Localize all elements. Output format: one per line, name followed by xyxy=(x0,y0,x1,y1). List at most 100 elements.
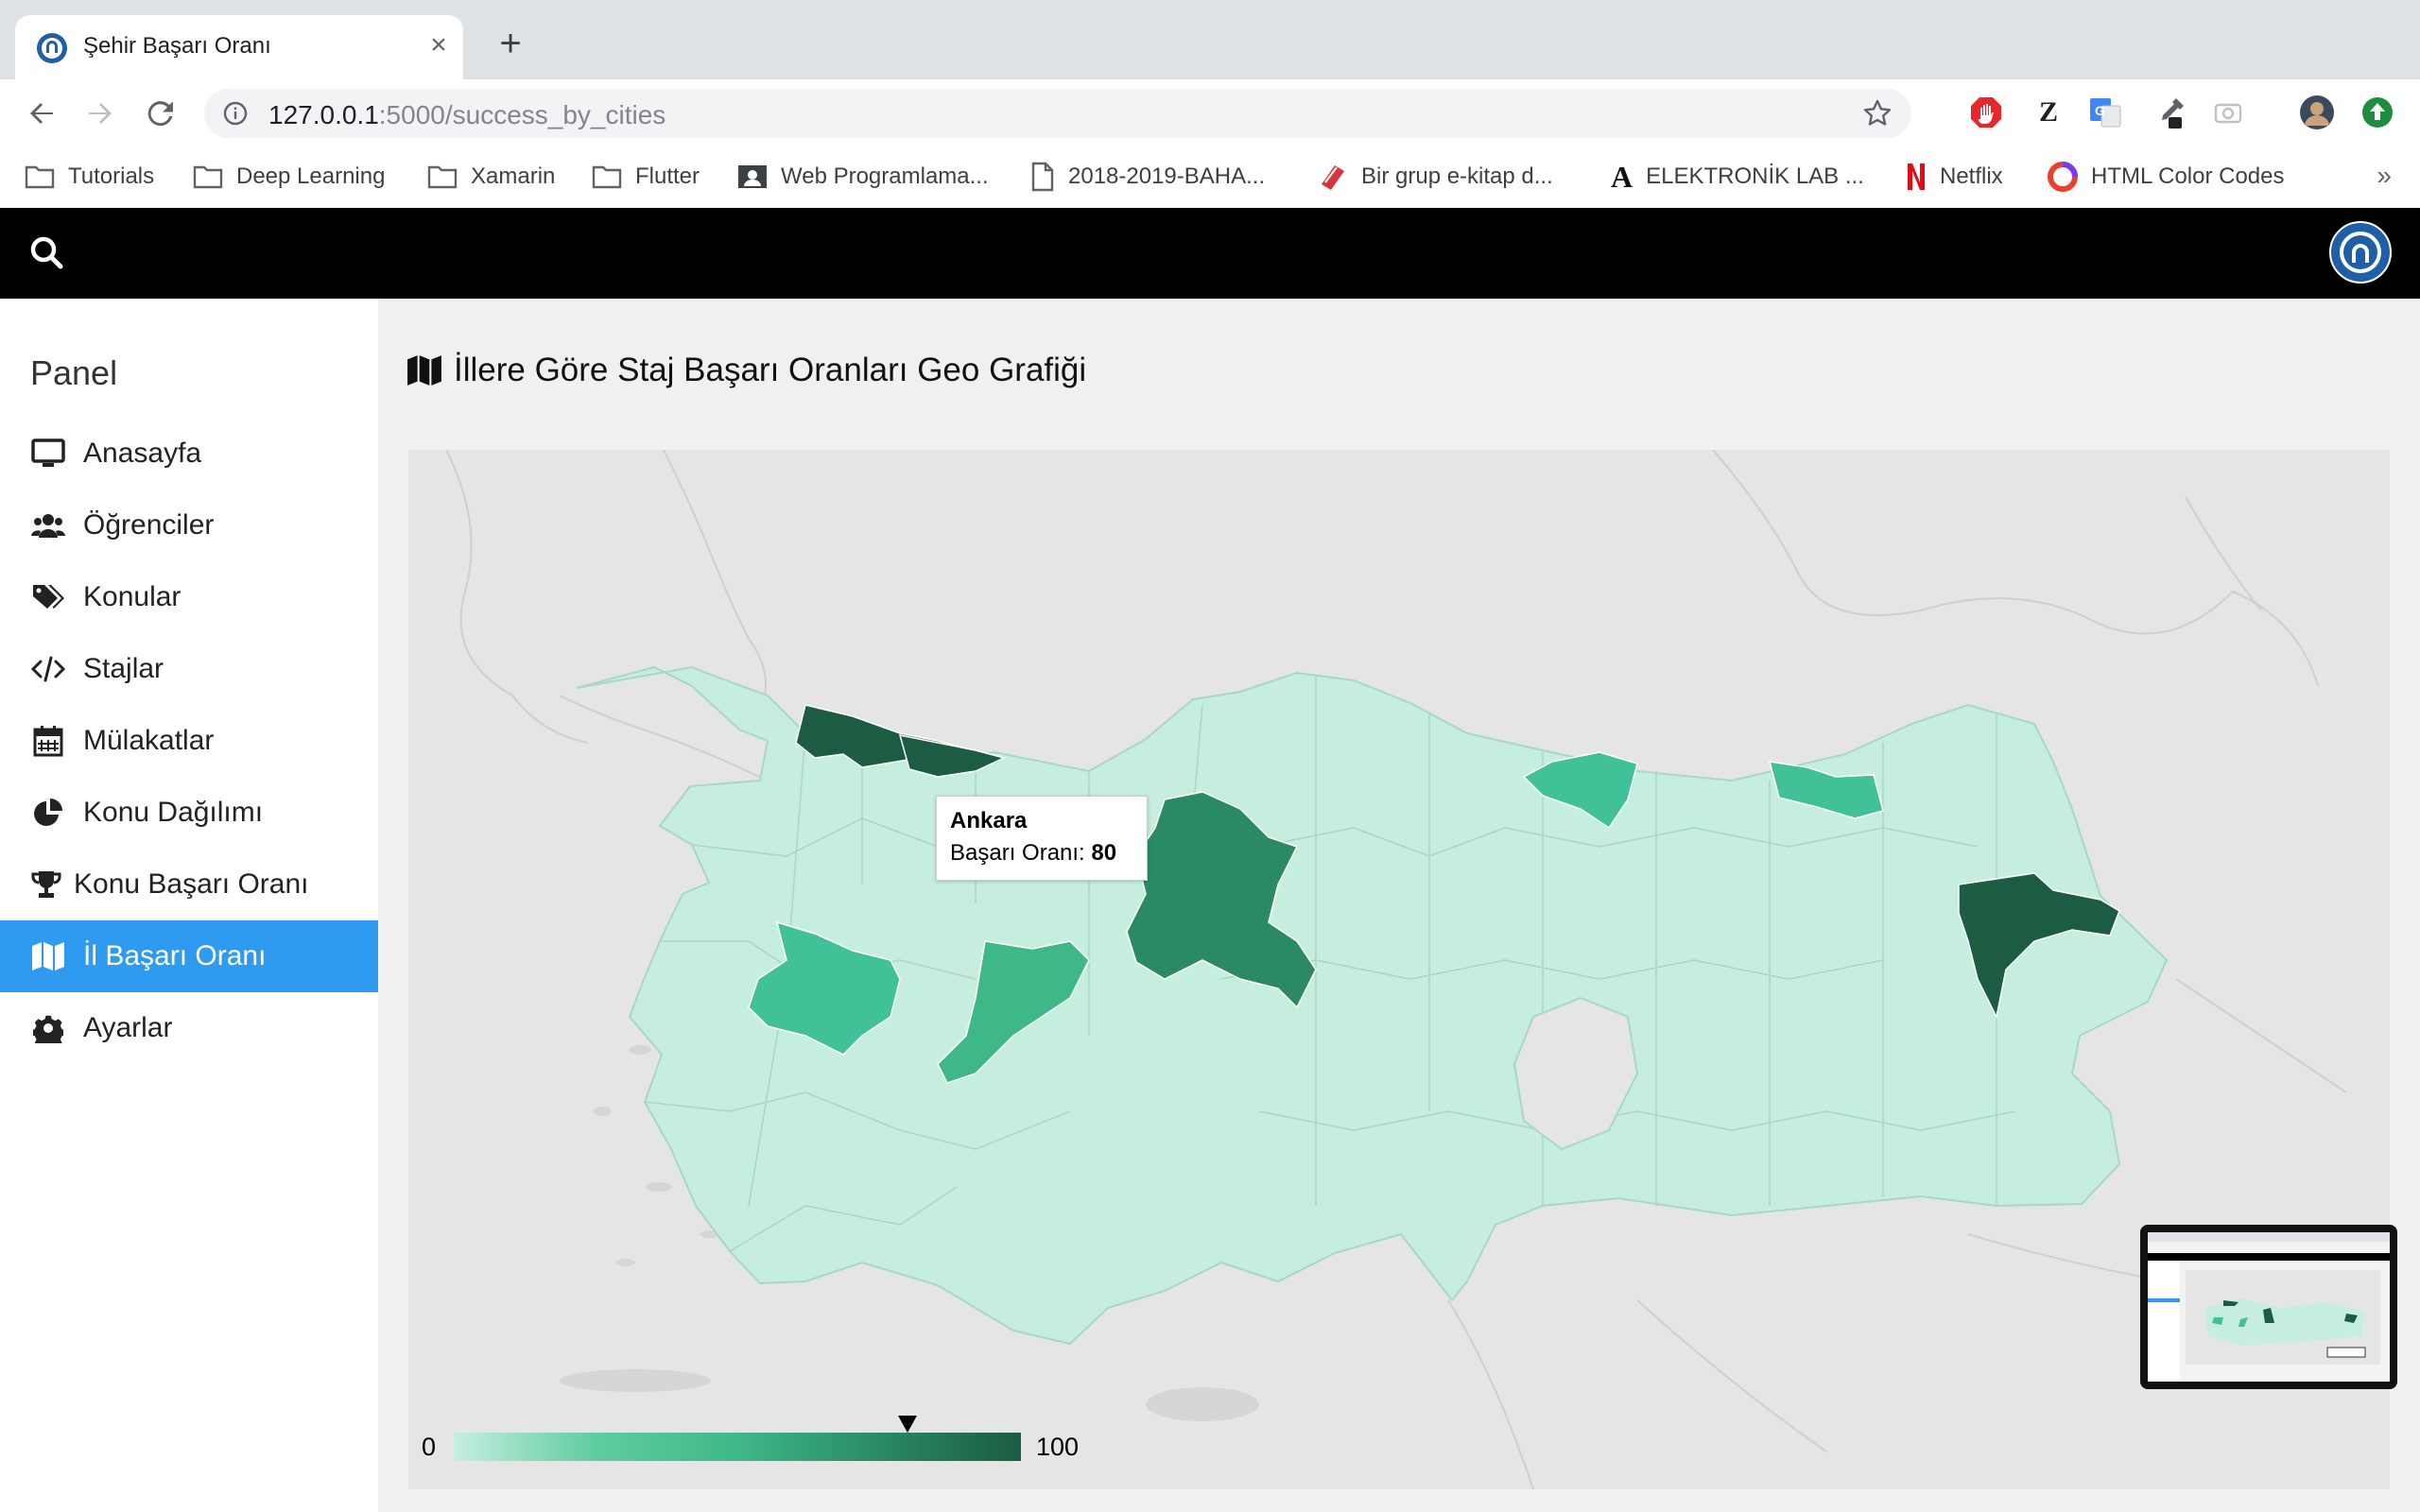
sidebar-item-label: Öğrenciler xyxy=(83,509,215,541)
sidebar-title: Panel xyxy=(30,353,118,392)
tooltip-city: Ankara xyxy=(950,808,1028,833)
bookmark-label: 2018-2019-BAHA... xyxy=(1068,163,1266,189)
folder-icon xyxy=(25,165,55,189)
sidebar-item-label: Stajlar xyxy=(83,653,164,684)
bookmark-label: Netflix xyxy=(1940,163,2003,189)
bookmark-label: Tutorials xyxy=(68,163,155,189)
bookmark-tutorials[interactable]: Tutorials xyxy=(25,160,154,194)
update-available-icon[interactable] xyxy=(2360,94,2395,130)
users-icon xyxy=(31,514,65,538)
page-title-text: İllere Göre Staj Başarı Oranları Geo Gra… xyxy=(454,352,1087,388)
turkey-map xyxy=(445,450,2347,1489)
geo-chart[interactable] xyxy=(408,450,2390,1489)
bookmark-2018-2019[interactable]: 2018-2019-BAHA... xyxy=(1030,160,1265,194)
svg-text:G: G xyxy=(2095,103,2105,118)
tooltip-line: Başarı Oranı: 80 xyxy=(950,840,1116,867)
document-icon xyxy=(1031,162,1054,192)
search-icon[interactable] xyxy=(28,234,66,272)
sidebar-item-mulakatlar[interactable]: Mülakatlar xyxy=(0,705,378,777)
forward-arrow-icon[interactable] xyxy=(81,94,119,132)
bookmarks-bar: Tutorials Deep Learning Xamarin Flutter … xyxy=(0,147,2420,209)
browser-tab[interactable]: Şehir Başarı Oranı × xyxy=(15,15,463,79)
bookmark-label: Web Programlama... xyxy=(781,163,989,189)
more-bookmarks-chevron-icon[interactable]: » xyxy=(2377,161,2392,191)
screenshot-thumbnail[interactable] xyxy=(2140,1225,2397,1389)
sidebar-item-ogrenciler[interactable]: Öğrenciler xyxy=(0,490,378,561)
main-content: İllere Göre Staj Başarı Oranları Geo Gra… xyxy=(378,299,2420,1512)
sidebar-item-il-basari-orani[interactable]: İl Başarı Oranı xyxy=(0,920,378,992)
sidebar-item-label: İl Başarı Oranı xyxy=(83,940,267,971)
bookmark-flutter[interactable]: Flutter xyxy=(592,160,700,194)
bookmark-label: Xamarin xyxy=(471,163,556,189)
address-bar[interactable]: 127.0.0.1:5000/success_by_cities xyxy=(204,89,1911,138)
color-wheel-icon xyxy=(2048,162,2078,192)
sidebar-item-konular[interactable]: Konular xyxy=(0,561,378,633)
thumbnail-preview xyxy=(2148,1232,2390,1382)
bookmark-e-kitap[interactable]: Bir grup e-kitap d... xyxy=(1318,160,1553,194)
bookmark-xamarin[interactable]: Xamarin xyxy=(427,160,555,194)
color-picker-icon[interactable] xyxy=(2152,94,2187,130)
sidebar-item-label: Konu Başarı Oranı xyxy=(74,868,309,900)
code-icon xyxy=(31,656,65,682)
map-tooltip: Ankara Başarı Oranı: 80 xyxy=(936,796,1148,881)
bookmark-label: Deep Learning xyxy=(236,163,386,189)
browser-toolbar: 127.0.0.1:5000/success_by_cities Z G xyxy=(0,79,2420,147)
bookmark-label: HTML Color Codes xyxy=(2091,163,2285,189)
legend-color-bar xyxy=(454,1433,1021,1461)
bookmark-label: ELEKTRONİK LAB ... xyxy=(1646,163,1864,189)
tab-title: Şehir Başarı Oranı xyxy=(83,33,271,59)
university-logo-icon[interactable] xyxy=(2329,221,2392,284)
trophy-icon xyxy=(31,871,61,898)
sidebar-item-konu-dagilimi[interactable]: Konu Dağılımı xyxy=(0,777,378,849)
sidebar-item-konu-basari-orani[interactable]: Konu Başarı Oranı xyxy=(0,849,378,920)
tooltip-value: 80 xyxy=(1091,840,1117,866)
calendar-icon xyxy=(33,726,63,757)
sidebar-item-ayarlar[interactable]: Ayarlar xyxy=(0,992,378,1064)
zotero-extension-icon[interactable]: Z xyxy=(2031,94,2066,130)
sidebar-item-label: Anasayfa xyxy=(83,438,202,469)
close-tab-icon[interactable]: × xyxy=(422,28,456,62)
site-info-icon[interactable] xyxy=(223,101,248,126)
bookmark-netflix[interactable]: Netflix xyxy=(1906,160,2003,194)
sidebar-item-stajlar[interactable]: Stajlar xyxy=(0,633,378,705)
classroom-icon xyxy=(738,165,767,188)
sidebar: Panel Anasayfa Öğrenciler Konular Stajla… xyxy=(0,299,378,1512)
url-path: :5000/success_by_cities xyxy=(378,100,666,129)
desktop-icon xyxy=(31,438,65,467)
url-text: 127.0.0.1:5000/success_by_cities xyxy=(268,100,666,130)
sidebar-item-label: Ayarlar xyxy=(83,1012,173,1043)
bookmark-star-icon[interactable] xyxy=(1862,98,1893,129)
folder-icon xyxy=(427,165,458,189)
app-topbar xyxy=(0,208,2420,299)
bookmark-html-color-codes[interactable]: HTML Color Codes xyxy=(2048,160,2285,194)
bookmark-web-programlama[interactable]: Web Programlama... xyxy=(737,160,989,194)
tooltip-label: Başarı Oranı: xyxy=(950,840,1092,866)
profile-avatar-icon[interactable] xyxy=(2299,94,2335,130)
back-arrow-icon[interactable] xyxy=(23,94,60,132)
browser-tab-strip: Şehir Başarı Oranı × + xyxy=(0,0,2420,79)
bookmark-label: Flutter xyxy=(635,163,700,189)
tags-icon xyxy=(33,585,64,609)
legend-max-label: 100 xyxy=(1036,1433,1080,1461)
screenshot-extension-icon[interactable] xyxy=(2210,94,2246,130)
reload-icon[interactable] xyxy=(142,94,180,132)
folder-icon xyxy=(193,165,223,189)
cog-icon xyxy=(33,1015,63,1043)
sidebar-item-label: Konu Dağılımı xyxy=(83,797,264,828)
legend-value-marker xyxy=(898,1416,917,1433)
new-tab-button[interactable]: + xyxy=(492,25,529,62)
sidebar-item-label: Mülakatlar xyxy=(83,725,215,756)
sidebar-item-anasayfa[interactable]: Anasayfa xyxy=(0,418,378,490)
university-favicon-icon xyxy=(37,33,67,63)
bookmark-deep-learning[interactable]: Deep Learning xyxy=(193,160,385,194)
letter-a-icon: A xyxy=(1611,159,1634,194)
map-icon xyxy=(407,355,441,386)
folder-icon xyxy=(592,165,622,189)
page-title: İllere Göre Staj Başarı Oranları Geo Gra… xyxy=(406,352,1086,389)
google-translate-icon[interactable]: G xyxy=(2087,94,2123,130)
url-host: 127.0.0.1 xyxy=(268,100,379,129)
bookmark-elektronik-lab[interactable]: A ELEKTRONİK LAB ... xyxy=(1611,160,1864,194)
legend-min-label: 0 xyxy=(422,1433,437,1461)
adblock-extension-icon[interactable] xyxy=(1968,94,2004,130)
sidebar-item-label: Konular xyxy=(83,581,182,612)
